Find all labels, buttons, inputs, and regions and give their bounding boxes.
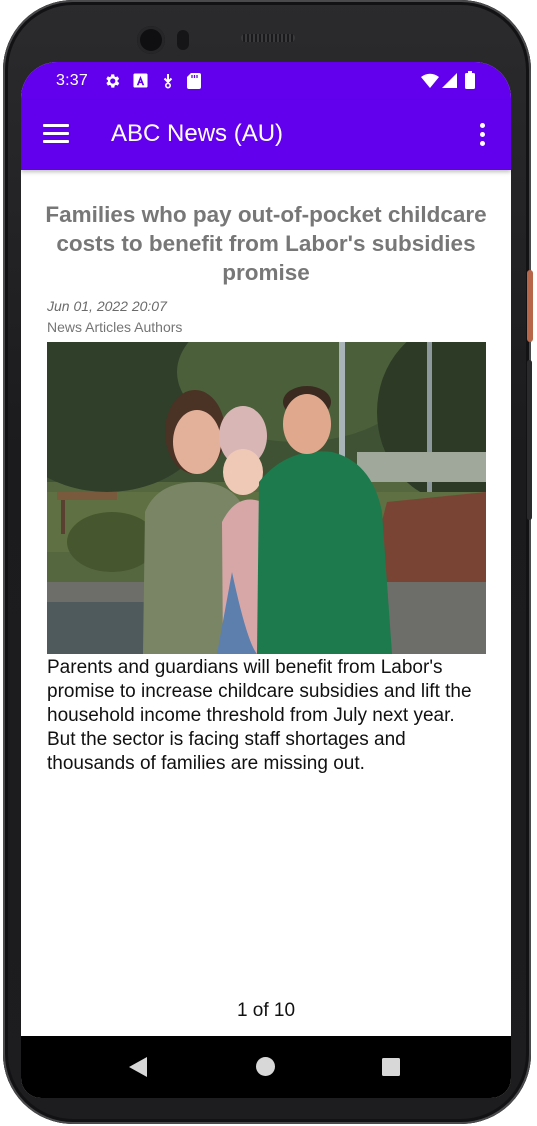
volume-button [527, 360, 532, 520]
system-nav-bar [21, 1036, 511, 1098]
sd-card-icon [187, 73, 201, 94]
front-camera [137, 26, 165, 54]
download-icon [160, 73, 176, 94]
article-summary: Parents and guardians will benefit from … [47, 657, 472, 774]
signal-icon [442, 73, 457, 93]
article-image[interactable] [47, 342, 486, 654]
page-indicator: 1 of 10 [236, 1000, 296, 1021]
gear-icon [103, 72, 121, 95]
recents-icon[interactable] [382, 1058, 400, 1081]
earpiece-speaker [241, 34, 295, 42]
wifi-icon [421, 73, 439, 93]
home-icon[interactable] [256, 1057, 275, 1081]
a-letter-icon [133, 73, 148, 93]
app-bar: ABC News (AU) [21, 100, 511, 170]
power-button [527, 270, 533, 342]
status-time: 3:37 [56, 72, 88, 89]
device-screen: 3:37 ABC News (AU) Families who pay out-… [21, 62, 511, 1098]
more-vert-icon[interactable] [475, 122, 491, 148]
app-title: ABC News (AU) [111, 120, 284, 147]
back-icon[interactable] [129, 1057, 147, 1082]
proximity-sensor [177, 30, 189, 50]
article-author: News Articles Authors [47, 319, 183, 335]
hamburger-menu-icon[interactable] [43, 124, 69, 144]
article-title: Families who pay out-of-pocket childcare… [45, 202, 487, 285]
status-bar: 3:37 [21, 62, 511, 100]
article-date: Jun 01, 2022 20:07 [47, 298, 167, 314]
battery-icon [465, 71, 475, 94]
